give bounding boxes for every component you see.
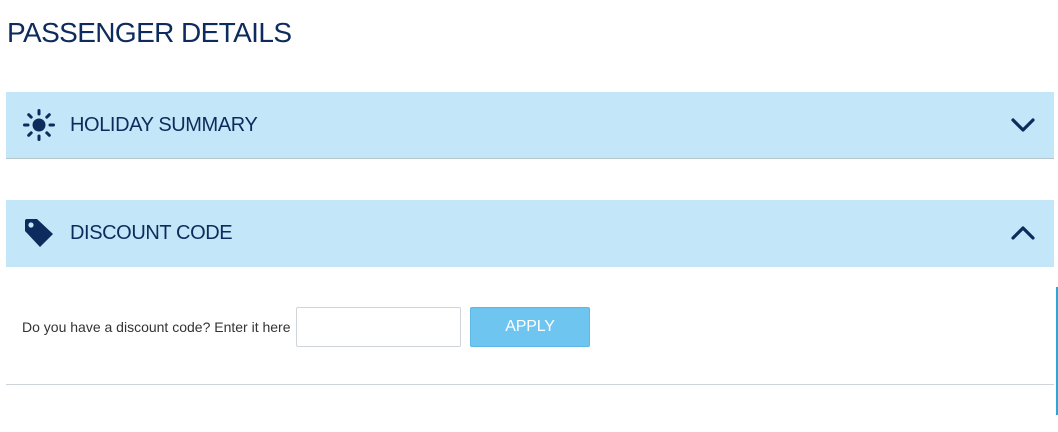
sun-icon [22, 108, 56, 142]
holiday-summary-label: HOLIDAY SUMMARY [70, 114, 258, 136]
section-divider [6, 384, 1054, 385]
passenger-details-page: PASSENGER DETAILS HOLIDAY SUMMARY DISCOU… [0, 0, 1058, 432]
discount-code-panel-header[interactable]: DISCOUNT CODE [6, 200, 1054, 267]
holiday-summary-panel-header[interactable]: HOLIDAY SUMMARY [6, 92, 1054, 159]
discount-code-label: DISCOUNT CODE [70, 222, 233, 244]
page-title: PASSENGER DETAILS [7, 17, 292, 48]
chevron-up-icon[interactable] [1010, 220, 1036, 246]
discount-code-prompt: Do you have a discount code? Enter it he… [22, 319, 291, 335]
discount-code-input[interactable] [296, 307, 461, 347]
tag-icon [22, 216, 56, 250]
apply-button[interactable]: APPLY [470, 307, 590, 347]
chevron-down-icon[interactable] [1010, 112, 1036, 138]
